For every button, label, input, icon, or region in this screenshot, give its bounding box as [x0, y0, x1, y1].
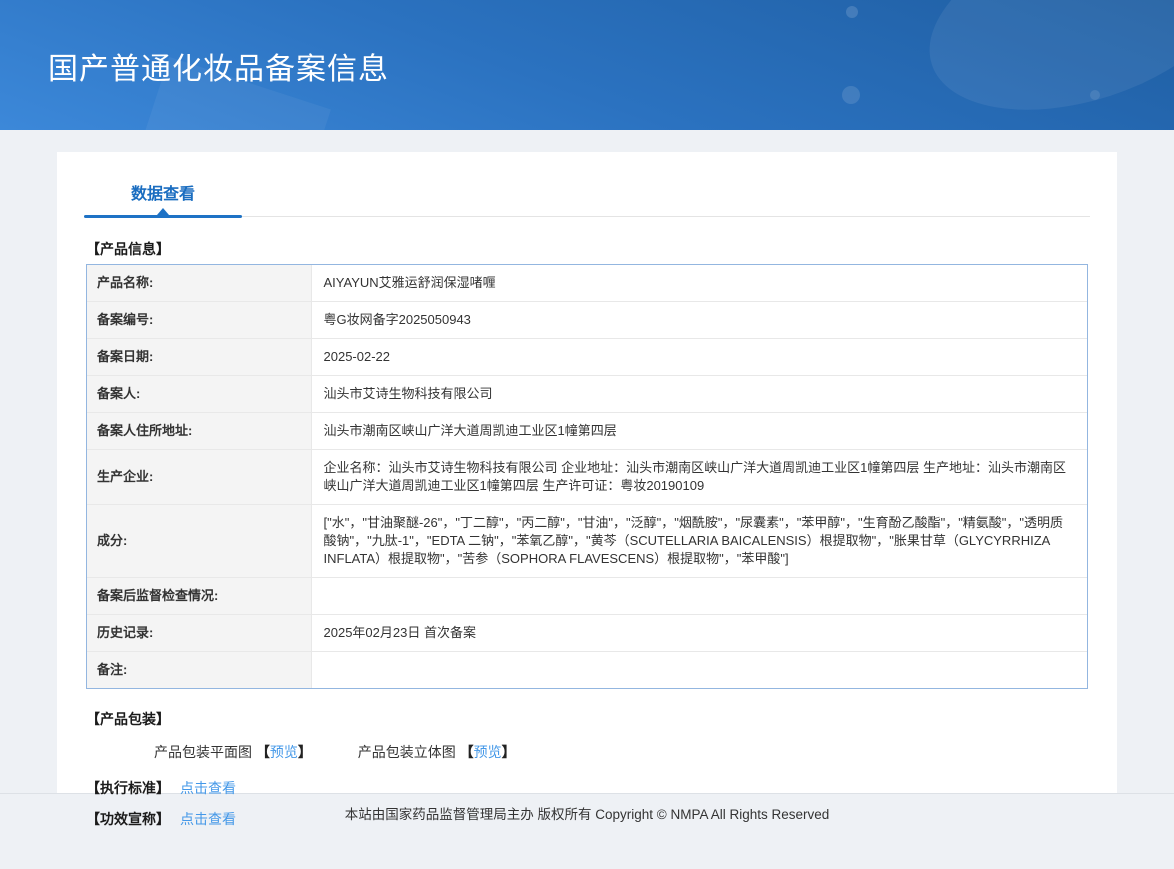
panel-content: 【产品信息】 产品名称: AIYAYUN艾雅运舒润保湿啫喱 备案编号: 粤G妆网…: [57, 239, 1117, 829]
packaging-3d-item: 产品包装立体图 【预览】: [358, 744, 516, 760]
table-row-registrant: 备案人: 汕头市艾诗生物科技有限公司: [87, 375, 1087, 413]
row-label: 备注:: [87, 651, 312, 688]
row-value: 汕头市艾诗生物科技有限公司: [311, 375, 1087, 413]
bracket-close: 】: [501, 744, 516, 760]
tab-data-view[interactable]: 数据查看: [84, 180, 242, 218]
efficacy-claim-link[interactable]: 点击查看: [180, 811, 236, 827]
packaging-links-row: 产品包装平面图 【预览】 产品包装立体图 【预览】: [86, 742, 1088, 762]
packaging-3d-preview-link[interactable]: 预览: [474, 744, 502, 760]
main-content: 数据查看 【产品信息】 产品名称: AIYAYUN艾雅运舒润保湿啫喱 备案编号:: [0, 152, 1174, 869]
packaging-flat-label: 产品包装平面图: [154, 744, 252, 760]
row-label: 备案编号:: [87, 301, 312, 339]
header-decoration-dot: [1090, 90, 1100, 100]
page-title: 国产普通化妆品备案信息: [48, 53, 389, 86]
packaging-flat-item: 产品包装平面图 【预览】: [154, 744, 316, 760]
bracket-open: 【: [459, 744, 474, 760]
tab-data-view-label: 数据查看: [130, 186, 195, 203]
table-row-record-number: 备案编号: 粤G妆网备字2025050943: [87, 301, 1087, 339]
page-footer: 本站由国家药品监督管理局主办 版权所有 Copyright © NMPA All…: [0, 793, 1174, 869]
record-detail-panel: 数据查看 【产品信息】 产品名称: AIYAYUN艾雅运舒润保湿啫喱 备案编号:: [57, 152, 1117, 827]
packaging-3d-label: 产品包装立体图: [357, 744, 456, 760]
header-decoration-dot: [842, 86, 860, 104]
row-value: 2025年02月23日 首次备案: [311, 614, 1087, 652]
execution-standard-link[interactable]: 点击查看: [180, 780, 236, 796]
row-label: 成分:: [87, 504, 312, 578]
product-info-section-title: 【产品信息】: [86, 241, 170, 257]
row-value: 企业名称：汕头市艾诗生物科技有限公司 企业地址：汕头市潮南区峡山广洋大道周凯迪工…: [311, 449, 1087, 505]
bracket-close: 】: [297, 744, 312, 760]
row-value: AIYAYUN艾雅运舒润保湿啫喱: [311, 265, 1087, 302]
row-value: [311, 577, 1087, 615]
row-label: 备案日期:: [87, 338, 312, 376]
row-label: 备案后监督检查情况:: [87, 577, 312, 615]
tab-bar: 数据查看: [84, 152, 1090, 218]
table-row-registrant-address: 备案人住所地址: 汕头市潮南区峡山广洋大道周凯迪工业区1幢第四层: [87, 412, 1087, 450]
bracket-open: 【: [255, 744, 270, 760]
table-row-history: 历史记录: 2025年02月23日 首次备案: [87, 614, 1087, 652]
row-value: [311, 651, 1087, 688]
table-row-supervision-check: 备案后监督检查情况:: [87, 577, 1087, 615]
row-value: 粤G妆网备字2025050943: [311, 301, 1087, 339]
row-value: 汕头市潮南区峡山广洋大道周凯迪工业区1幢第四层: [311, 412, 1087, 450]
product-info-table: 产品名称: AIYAYUN艾雅运舒润保湿啫喱 备案编号: 粤G妆网备字20250…: [86, 264, 1088, 689]
row-label: 产品名称:: [87, 265, 312, 302]
efficacy-claim-title: 【功效宣称】: [86, 811, 170, 827]
execution-standard-title: 【执行标准】: [86, 780, 170, 796]
product-packaging-section-title: 【产品包装】: [86, 711, 170, 727]
tab-active-underline: [84, 215, 242, 218]
packaging-flat-preview-link[interactable]: 预览: [270, 744, 298, 760]
table-row-remarks: 备注:: [87, 651, 1087, 688]
page-header: 国产普通化妆品备案信息: [0, 0, 1174, 130]
row-label: 历史记录:: [87, 614, 312, 652]
row-value: ["水"，"甘油聚醚-26"，"丁二醇"，"丙二醇"，"甘油"，"泛醇"，"烟酰…: [311, 504, 1087, 578]
table-row-ingredients: 成分: ["水"，"甘油聚醚-26"，"丁二醇"，"丙二醇"，"甘油"，"泛醇"…: [87, 504, 1087, 578]
table-row-product-name: 产品名称: AIYAYUN艾雅运舒润保湿啫喱: [87, 265, 1087, 302]
row-label: 生产企业:: [87, 449, 312, 505]
header-decoration-band: [905, 0, 1174, 130]
table-row-record-date: 备案日期: 2025-02-22: [87, 338, 1087, 376]
header-decoration-dot: [846, 6, 858, 18]
tab-active-arrow-icon: [157, 208, 169, 215]
footer-copyright: 本站由国家药品监督管理局主办 版权所有 Copyright © NMPA All…: [344, 807, 830, 822]
row-label: 备案人住所地址:: [87, 412, 312, 450]
table-row-manufacturer: 生产企业: 企业名称：汕头市艾诗生物科技有限公司 企业地址：汕头市潮南区峡山广洋…: [87, 449, 1087, 505]
row-label: 备案人:: [87, 375, 312, 413]
row-value: 2025-02-22: [311, 338, 1087, 376]
